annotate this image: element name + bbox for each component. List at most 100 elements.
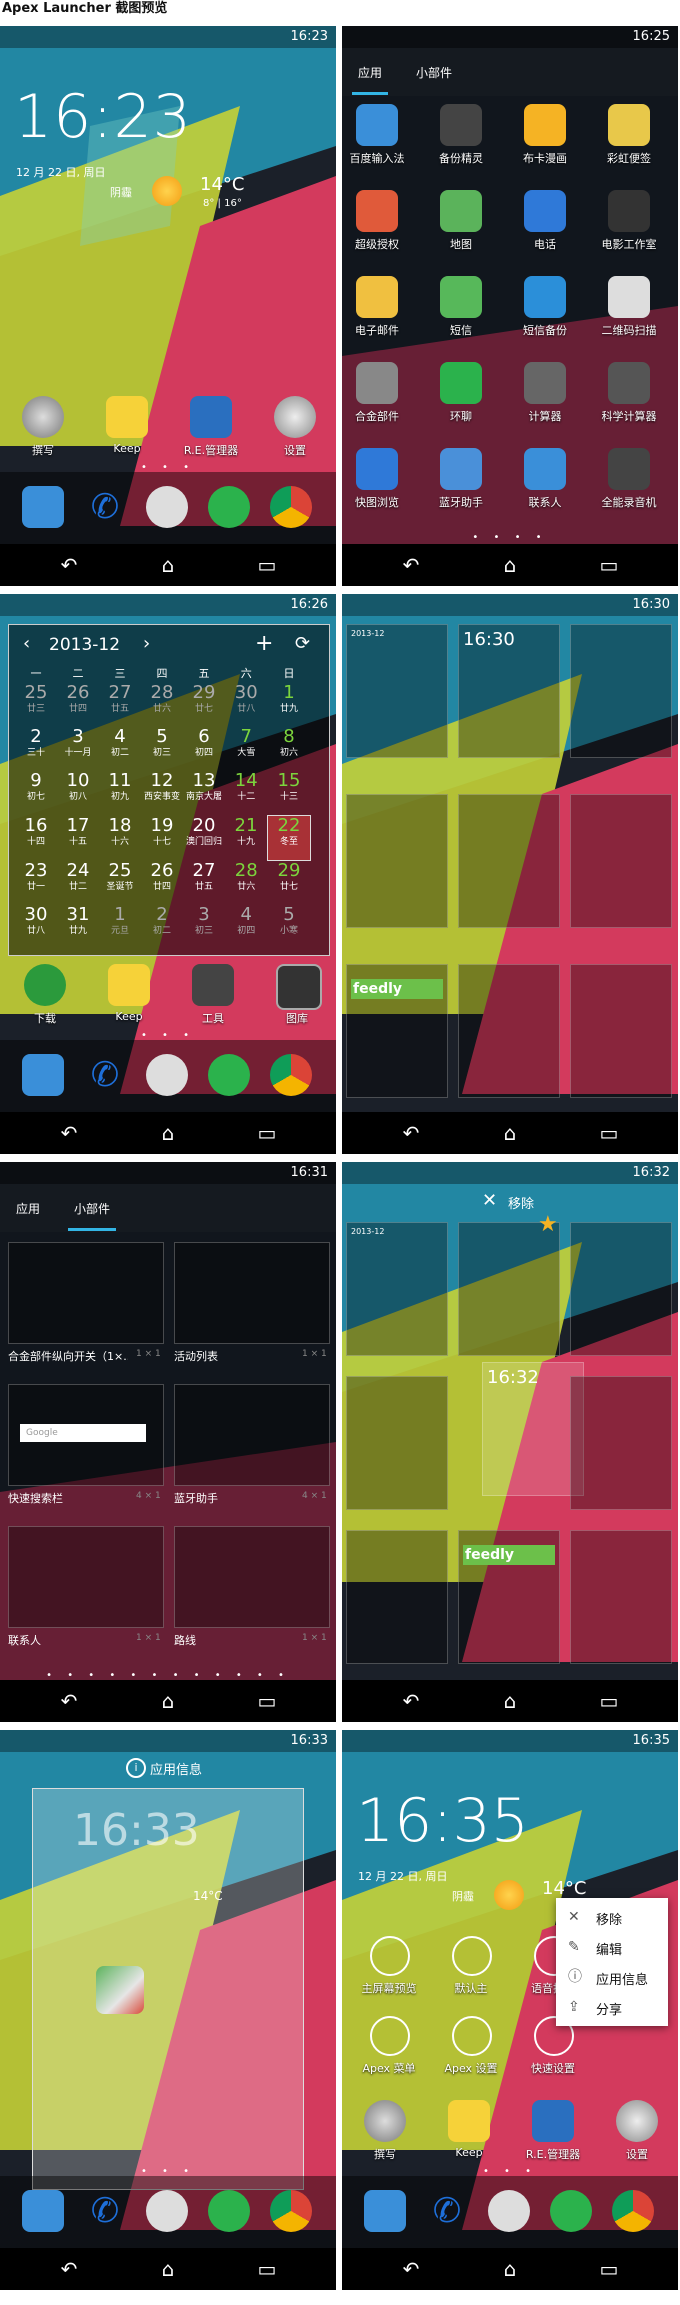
back-button[interactable]: ↶ bbox=[52, 2259, 86, 2279]
calendar-day[interactable]: 30 廿八 bbox=[225, 683, 268, 727]
screen-thumbnail[interactable] bbox=[346, 794, 448, 928]
recent-apps-button[interactable]: ▭ bbox=[592, 2259, 626, 2279]
tools-folder-icon[interactable] bbox=[192, 964, 234, 1006]
calendar-day[interactable]: 22 冬至 bbox=[267, 815, 311, 861]
calendar-day[interactable]: 16 十四 bbox=[15, 815, 57, 861]
back-button[interactable]: ↶ bbox=[394, 1123, 428, 1143]
download-icon[interactable] bbox=[24, 964, 66, 1006]
back-button[interactable]: ↶ bbox=[52, 555, 86, 575]
calendar-day[interactable]: 18 十六 bbox=[99, 815, 141, 861]
close-icon[interactable]: ✕ bbox=[482, 1190, 497, 1211]
prev-month-icon[interactable]: ‹ bbox=[23, 633, 30, 654]
back-button[interactable]: ↶ bbox=[52, 1123, 86, 1143]
calendar-day[interactable]: 10 初八 bbox=[57, 771, 99, 816]
app-icon[interactable] bbox=[524, 190, 566, 232]
shortcut-icon[interactable] bbox=[452, 2016, 492, 2056]
recent-apps-button[interactable]: ▭ bbox=[250, 2259, 284, 2279]
menu-item-edit[interactable]: ✎ 编辑 bbox=[556, 1932, 668, 1962]
home-button[interactable]: ⌂ bbox=[493, 2259, 527, 2279]
menu-item-share[interactable]: ⇪ 分享 bbox=[556, 1992, 668, 2022]
shortcut-icon[interactable] bbox=[452, 1936, 492, 1976]
app-icon[interactable] bbox=[356, 362, 398, 404]
calendar-day[interactable]: 11 初九 bbox=[99, 771, 141, 816]
calendar-day[interactable]: 1 元旦 bbox=[99, 905, 141, 949]
chrome-icon[interactable] bbox=[270, 1054, 312, 1096]
keep-app-icon[interactable] bbox=[448, 2100, 490, 2142]
hangouts-icon[interactable] bbox=[208, 486, 250, 528]
calendar-day[interactable]: 2 初二 bbox=[141, 905, 183, 949]
calendar-day[interactable]: 23 廿一 bbox=[15, 860, 57, 906]
screen-thumbnail[interactable]: feedly bbox=[346, 964, 448, 1098]
calendar-day[interactable]: 28 廿六 bbox=[225, 860, 268, 906]
phone-icon[interactable]: ✆ bbox=[84, 486, 126, 528]
screen-thumbnail[interactable] bbox=[570, 964, 672, 1098]
re-manager-icon[interactable] bbox=[532, 2100, 574, 2142]
app-icon[interactable] bbox=[440, 104, 482, 146]
shortcut-icon[interactable] bbox=[370, 1936, 410, 1976]
screen-thumbnail[interactable]: 2013-12 bbox=[346, 1222, 448, 1356]
contacts-icon[interactable] bbox=[22, 2190, 64, 2232]
calendar-day[interactable]: 5 小寒 bbox=[268, 905, 311, 949]
home-button[interactable]: ⌂ bbox=[493, 1691, 527, 1711]
app-icon[interactable] bbox=[440, 190, 482, 232]
tab-apps[interactable]: 应用 bbox=[16, 1200, 40, 1217]
calendar-day[interactable]: 30 廿八 bbox=[15, 905, 57, 949]
calendar-day[interactable]: 28 廿六 bbox=[141, 683, 183, 727]
hangouts-icon[interactable] bbox=[208, 1054, 250, 1096]
calendar-day[interactable]: 13 南京大屠 bbox=[183, 771, 225, 816]
screen-thumbnail[interactable] bbox=[570, 794, 672, 928]
calendar-day[interactable]: 25 圣诞节 bbox=[99, 860, 141, 906]
contacts-icon[interactable] bbox=[22, 486, 64, 528]
app-icon[interactable] bbox=[608, 104, 650, 146]
calendar-day[interactable]: 29 廿七 bbox=[183, 683, 225, 727]
phone-icon[interactable]: ✆ bbox=[84, 2190, 126, 2232]
chrome-icon[interactable] bbox=[612, 2190, 654, 2232]
keep-app-icon[interactable] bbox=[108, 964, 150, 1006]
app-icon[interactable] bbox=[524, 276, 566, 318]
calendar-day[interactable]: 4 初二 bbox=[99, 727, 141, 771]
recent-apps-button[interactable]: ▭ bbox=[250, 555, 284, 575]
screen-thumbnail[interactable] bbox=[458, 1222, 560, 1356]
home-button[interactable]: ⌂ bbox=[151, 1123, 185, 1143]
screen-thumbnail[interactable] bbox=[458, 794, 560, 928]
contacts-icon[interactable] bbox=[364, 2190, 406, 2232]
calendar-day[interactable]: 15 十三 bbox=[268, 771, 311, 816]
phone-icon[interactable]: ✆ bbox=[84, 1054, 126, 1096]
app-icon[interactable] bbox=[608, 448, 650, 490]
screen-thumbnail[interactable] bbox=[346, 1376, 448, 1510]
tab-widgets[interactable]: 小部件 bbox=[67, 1200, 117, 1231]
contacts-icon[interactable] bbox=[22, 1054, 64, 1096]
calendar-day[interactable]: 24 廿二 bbox=[57, 860, 99, 906]
calendar-day[interactable]: 29 廿七 bbox=[268, 861, 311, 906]
calendar-day[interactable]: 1 廿九 bbox=[268, 683, 311, 727]
home-button[interactable]: ⌂ bbox=[151, 1691, 185, 1711]
app-icon[interactable] bbox=[524, 362, 566, 404]
app-icon[interactable] bbox=[356, 276, 398, 318]
remove-label[interactable]: 移除 bbox=[508, 1193, 534, 1212]
maps-icon-dragging[interactable] bbox=[96, 1966, 144, 2014]
shortcut-icon[interactable] bbox=[370, 2016, 410, 2056]
calendar-day[interactable]: 9 初七 bbox=[15, 771, 57, 816]
recent-apps-button[interactable]: ▭ bbox=[250, 1123, 284, 1143]
calendar-day[interactable]: 12 西安事变 bbox=[141, 771, 183, 816]
calendar-day[interactable]: 26 廿四 bbox=[141, 860, 183, 906]
app-drawer-icon[interactable] bbox=[146, 2190, 188, 2232]
menu-item-app-info[interactable]: ⓘ 应用信息 bbox=[556, 1962, 668, 1992]
chrome-icon[interactable] bbox=[270, 486, 312, 528]
calendar-day[interactable]: 27 廿五 bbox=[99, 683, 141, 727]
keep-app-icon[interactable] bbox=[106, 396, 148, 438]
calendar-day[interactable]: 27 廿五 bbox=[183, 860, 225, 906]
screen-thumbnail[interactable] bbox=[570, 1222, 672, 1356]
menu-item-remove[interactable]: ✕ 移除 bbox=[556, 1902, 668, 1932]
re-manager-icon[interactable] bbox=[190, 396, 232, 438]
app-icon[interactable] bbox=[608, 362, 650, 404]
calendar-day[interactable]: 25 廿三 bbox=[15, 683, 57, 727]
chrome-icon[interactable] bbox=[270, 2190, 312, 2232]
app-icon[interactable] bbox=[356, 104, 398, 146]
calendar-day[interactable]: 31 廿九 bbox=[57, 905, 99, 949]
compose-app-icon[interactable] bbox=[22, 396, 64, 438]
screen-thumbnail[interactable] bbox=[570, 1530, 672, 1664]
settings-gear-icon[interactable] bbox=[274, 396, 316, 438]
calendar-widget[interactable]: ‹ 2013-12 › + ⟳ 一二三四五六日 25 廿三 26 廿四 27 廿五 28 廿六 2… bbox=[8, 624, 330, 956]
calendar-day[interactable]: 19 十七 bbox=[141, 815, 183, 861]
